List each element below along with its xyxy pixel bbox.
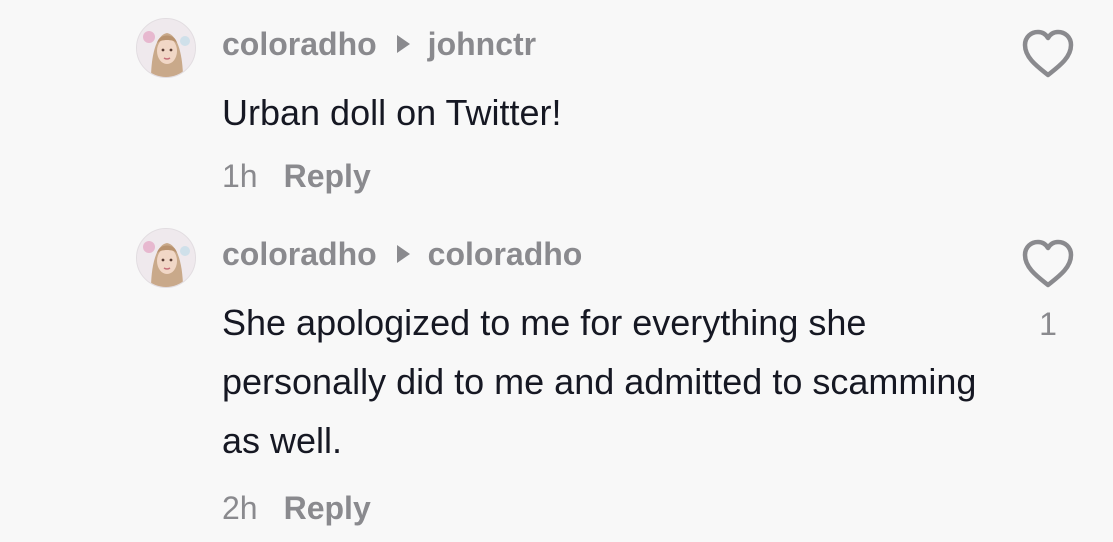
reply-to-name[interactable]: johnctr [428,26,536,63]
comment-header: coloradho coloradho [222,234,582,274]
play-triangle-icon [396,245,410,263]
comment-text: Urban doll on Twitter! [222,92,562,133]
author-name[interactable]: coloradho [222,26,377,63]
like-count: 1 [1039,306,1057,342]
comment-meta: 1h Reply [222,158,371,195]
author-name[interactable]: coloradho [222,236,377,273]
comment-header: coloradho johnctr [222,24,536,64]
comment-time: 2h [222,490,258,526]
play-triangle-icon [396,35,410,53]
comment-thread: coloradho johnctr Urban doll on Twitter!… [0,0,1113,542]
avatar[interactable] [136,228,196,288]
reply-button[interactable]: Reply [284,158,371,195]
comment-text: She apologized to me for everything she … [222,302,977,461]
reply-to-name[interactable]: coloradho [428,236,583,273]
heart-outline-icon[interactable] [1020,28,1076,80]
heart-outline-icon[interactable] [1020,238,1076,290]
avatar[interactable] [136,18,196,78]
comment-meta: 2h Reply [222,490,371,527]
comment-time: 1h [222,158,258,194]
reply-button[interactable]: Reply [284,490,371,527]
